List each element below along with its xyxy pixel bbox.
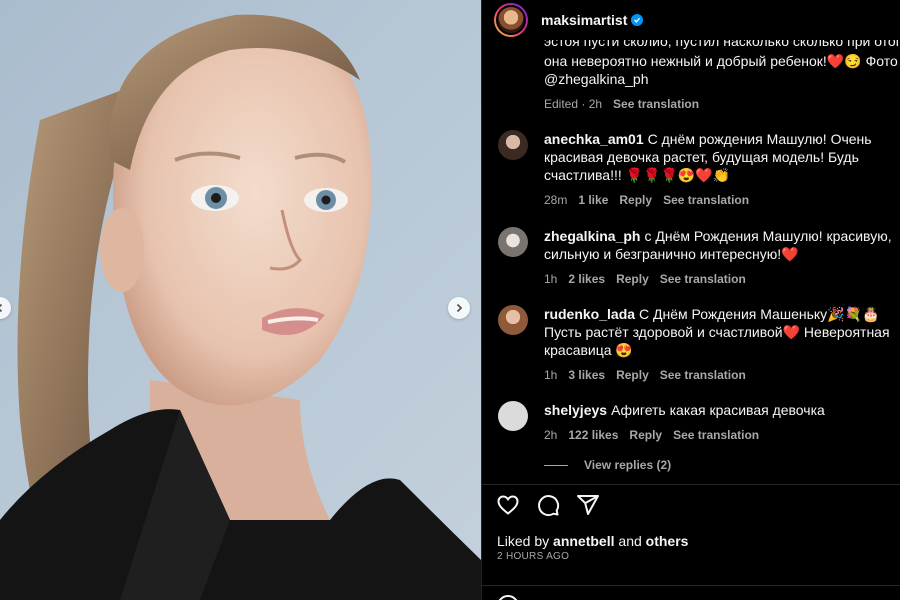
caption-text: она невероятно нежный и добрый ребенок!❤… (544, 53, 898, 87)
author-username[interactable]: maksimartist (541, 12, 627, 28)
post-caption: эстоя пусти сколио, пустил насколько ско… (544, 38, 900, 113)
see-translation-button[interactable]: See translation (660, 366, 746, 384)
comment-time: 1h (544, 272, 558, 286)
comment-likes[interactable]: 3 likes (568, 366, 605, 384)
view-replies-label: View replies (2) (584, 458, 672, 472)
caption-edited-time: Edited · 2h (544, 97, 603, 111)
reply-button[interactable]: Reply (619, 191, 652, 209)
post-media[interactable] (0, 0, 481, 600)
avatar[interactable] (498, 401, 528, 431)
next-photo-button[interactable] (448, 297, 470, 319)
comment-likes[interactable]: 122 likes (568, 426, 618, 444)
post-header: maksimartist (482, 0, 900, 40)
reply-button[interactable]: Reply (616, 366, 649, 384)
divider (544, 464, 568, 466)
reply-button[interactable]: Reply (616, 270, 649, 288)
avatar[interactable] (498, 130, 528, 160)
see-translation-button[interactable]: See translation (660, 270, 746, 288)
comment-time: 1h (544, 368, 558, 382)
comment-icon[interactable] (536, 493, 560, 517)
heart-icon[interactable] (496, 493, 520, 517)
caption-meta: Edited · 2h See translation (544, 95, 900, 113)
post-time: 2 HOURS AGO (497, 551, 570, 562)
comment-username[interactable]: zhegalkina_ph (544, 228, 640, 244)
comments-panel: maksimartist эстоя пусти сколио, пустил … (481, 0, 900, 600)
comment-username[interactable]: anechka_am01 (544, 131, 644, 147)
emoji-icon[interactable] (496, 594, 520, 600)
reply-button[interactable]: Reply (629, 426, 662, 444)
comment-time: 28m (544, 193, 568, 207)
post-photo (0, 14, 481, 600)
liked-by-prefix: Liked by (497, 533, 550, 549)
add-comment-bar (482, 585, 900, 600)
verified-badge-icon (631, 14, 644, 26)
comment-likes[interactable]: 1 like (578, 191, 608, 209)
liked-by-user[interactable]: annetbell (553, 533, 614, 549)
comment-username[interactable]: rudenko_lada (544, 306, 635, 322)
avatar[interactable] (498, 305, 528, 335)
share-icon[interactable] (576, 493, 600, 517)
author-avatar[interactable] (494, 3, 528, 37)
post-actions: Liked by annetbell and others 2 HOURS AG… (482, 484, 900, 600)
caption-cut-line: эстоя пусти сколио, пустил насколько ско… (544, 38, 900, 49)
liked-by-and: and (618, 533, 642, 549)
comment-item: shelyjeys Афигеть какая красивая девочка … (498, 401, 900, 444)
see-translation-button[interactable]: See translation (673, 426, 759, 444)
comment-username[interactable]: shelyjeys (544, 402, 607, 418)
liked-by-others[interactable]: others (646, 533, 689, 549)
comment-text: Афигеть какая красивая девочка (611, 402, 825, 418)
view-replies-button[interactable]: View replies (2) (544, 458, 671, 472)
comment-item: anechka_am01 С днём рождения Машулю! Очен… (498, 130, 900, 209)
chevron-left-icon (0, 303, 3, 313)
see-translation-button[interactable]: See translation (663, 191, 749, 209)
liked-by: Liked by annetbell and others (497, 533, 688, 549)
comment-item: zhegalkina_ph с Днём Рождения Машулю! кра… (498, 227, 900, 288)
caption-see-translation[interactable]: See translation (613, 95, 699, 113)
comment-time: 2h (544, 428, 558, 442)
comment-item: rudenko_lada С Днём Рождения Машеньку🎉💐🎂 … (498, 305, 900, 384)
comment-likes[interactable]: 2 likes (568, 270, 605, 288)
chevron-right-icon (456, 303, 463, 313)
avatar[interactable] (498, 227, 528, 257)
